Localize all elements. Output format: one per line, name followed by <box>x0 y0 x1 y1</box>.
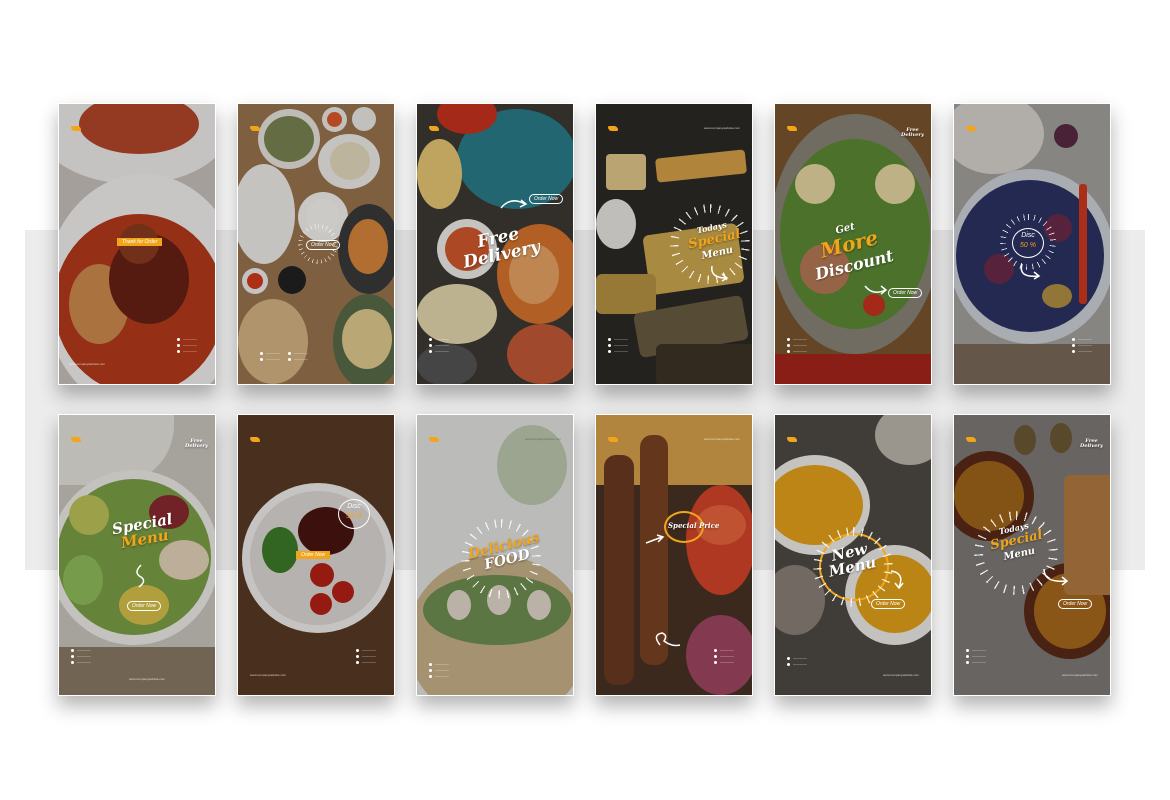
contact-list: __________ __________ __________ <box>429 661 449 679</box>
brand-logo <box>71 126 81 131</box>
contact-list: __________ __________ <box>787 655 807 667</box>
arrow-icon <box>1043 568 1069 586</box>
brand-logo <box>787 437 797 442</box>
card-new-menu[interactable]: New Menu Order Now __________ __________ w… <box>774 414 932 696</box>
card-todays-special-2[interactable]: Todays Special Menu Order Now Free Delivery… <box>953 414 1111 696</box>
promo-headline: Special Price <box>668 521 720 530</box>
brand-logo <box>608 437 618 442</box>
card-delicious-food[interactable]: Delicious FOOD www.companywebsite.com ___… <box>416 414 574 696</box>
contact-list: __________ __________ __________ <box>966 647 986 665</box>
contact-list: __________ __________ __________ <box>429 336 449 354</box>
card-disc-50[interactable]: Disc 50 % __________ __________ __________ <box>953 103 1111 385</box>
website-url: www.companywebsite.com <box>525 437 562 441</box>
contact-list: __________ __________ __________ <box>71 647 91 665</box>
order-now-button[interactable]: Order Now <box>296 551 331 559</box>
brand-logo <box>966 126 976 131</box>
website-url: www.companywebsite.com <box>883 673 920 677</box>
brand-logo <box>429 126 439 131</box>
brand-logo <box>429 437 439 442</box>
arrow-icon <box>1020 263 1041 280</box>
card-special-menu[interactable]: Special Menu Order Now Free Delivery _____… <box>58 414 216 696</box>
contact-list: __________ __________ __________ <box>714 647 734 665</box>
discount-badge: Disc 50 % <box>338 499 370 529</box>
brand-logo <box>71 437 81 442</box>
brand-logo <box>250 437 260 442</box>
arrow-icon <box>136 564 145 588</box>
discount-badge: Disc 50 % <box>1012 228 1044 258</box>
website-url: www.companywebsite.com <box>704 126 741 130</box>
arrow-icon <box>864 285 888 295</box>
arrow-icon <box>890 570 904 590</box>
order-now-button[interactable]: Order Now <box>127 601 162 611</box>
arrow-icon <box>645 534 665 544</box>
arrow-icon <box>500 199 528 209</box>
card-more-discount[interactable]: Get More Discount Order Now Free Delivery _… <box>774 103 932 385</box>
brand-logo <box>966 437 976 442</box>
contact-list: __________ __________ __________ <box>177 336 197 354</box>
card-free-delivery[interactable]: Free Delivery Order Now __________ _______… <box>416 103 574 385</box>
corner-badge: Free Delivery <box>1080 438 1103 449</box>
website-url: www.companywebsite.com <box>704 437 741 441</box>
card-order-now[interactable]: Order Now __________ __________ _________… <box>237 103 395 385</box>
corner-badge: Free Delivery <box>901 127 924 138</box>
card-thank-order[interactable]: Thank for Order __________ __________ ____… <box>58 103 216 385</box>
order-now-button[interactable]: Order Now <box>888 288 923 298</box>
brand-logo <box>250 126 260 131</box>
contact-list: __________ __________ __________ <box>1072 336 1092 354</box>
arrow-icon <box>711 265 729 282</box>
order-now-button[interactable]: Order Now <box>871 599 906 609</box>
contact-list: __________ __________ <box>288 350 308 362</box>
corner-badge: Free Delivery <box>185 438 208 449</box>
website-url: www.companywebsite.com <box>69 362 106 366</box>
arrow-icon <box>655 632 681 647</box>
contact-list: __________ __________ __________ <box>608 336 628 354</box>
brand-logo <box>787 126 797 131</box>
website-url: www.companywebsite.com <box>1062 673 1099 677</box>
contact-list: __________ __________ <box>260 350 280 362</box>
website-url: www.companywebsite.com <box>250 673 287 677</box>
order-now-button[interactable]: Order Now <box>1058 599 1093 609</box>
order-now-button[interactable]: Order Now <box>529 194 564 204</box>
contact-list: __________ __________ __________ <box>787 336 807 354</box>
card-special-price[interactable]: Special Price www.companywebsite.com ___… <box>595 414 753 696</box>
contact-list: __________ __________ __________ <box>356 647 376 665</box>
card-todays-special[interactable]: Todays Special Menu www.companywebsite.com… <box>595 103 753 385</box>
brand-logo <box>608 126 618 131</box>
order-now-button[interactable]: Order Now <box>306 240 341 250</box>
promo-tag: Thank for Order <box>117 238 163 246</box>
card-disc-steak[interactable]: Disc 50 % Order Now __________ __________ _… <box>237 414 395 696</box>
website-url: www.companywebsite.com <box>129 677 166 681</box>
